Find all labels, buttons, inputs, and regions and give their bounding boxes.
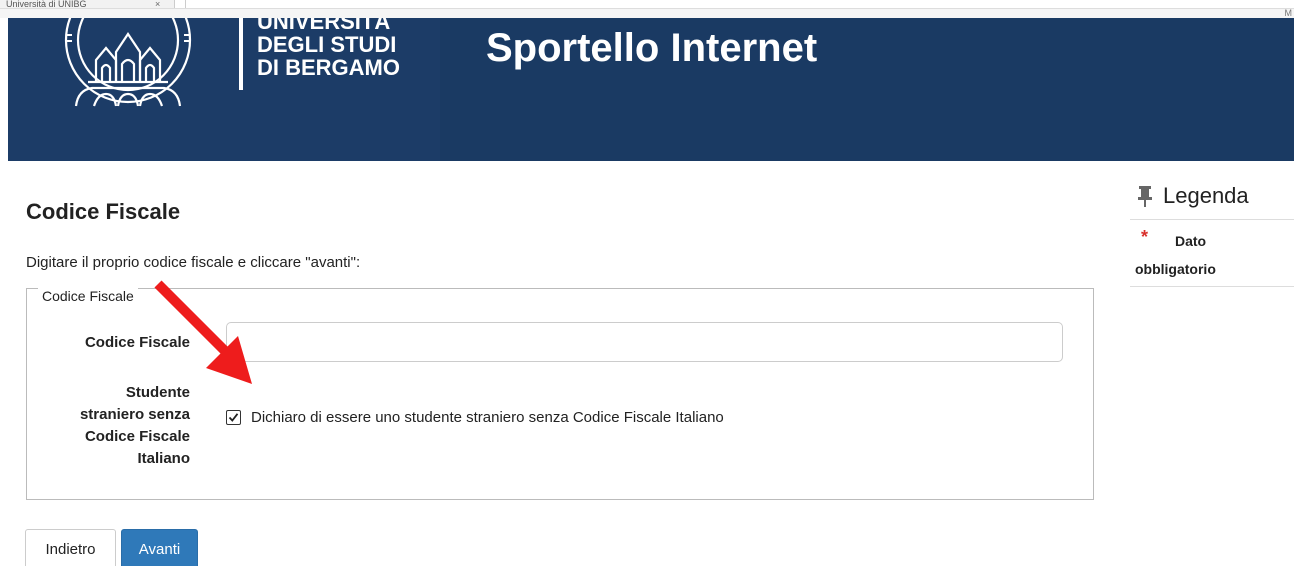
foreign-student-label: Studente straniero senza Codice Fiscale … — [40, 382, 190, 470]
fieldset-legend: Codice Fiscale — [38, 288, 138, 304]
foreign-student-label-line: Studente — [125, 384, 190, 401]
foreign-student-label-line: straniero senza — [79, 406, 190, 423]
foreign-student-label-line: Italiano — [137, 450, 190, 467]
browser-toolbar — [0, 8, 1294, 18]
legenda-divider — [1130, 219, 1294, 220]
instructions-text: Digitare il proprio codice fiscale e cli… — [26, 254, 361, 271]
university-name-line: UNIVERSITÀ — [257, 18, 391, 34]
logo-divider — [239, 18, 243, 90]
legenda-required-text: Dato obbligatorio — [1135, 233, 1216, 277]
legenda-title: Legenda — [1137, 183, 1249, 209]
tab-close-icon[interactable]: × — [155, 0, 160, 9]
site-title: Sportello Internet — [486, 26, 818, 70]
university-name: UNIVERSITÀ DEGLI STUDI DI BERGAMO — [257, 18, 400, 79]
foreign-student-checkbox-row[interactable]: Dichiaro di essere uno studente stranier… — [226, 406, 724, 428]
pushpin-icon — [1138, 186, 1152, 207]
foreign-student-checkbox-label[interactable]: Dichiaro di essere uno studente stranier… — [251, 409, 724, 426]
legenda-title-text: Legenda — [1163, 183, 1249, 208]
codice-fiscale-input[interactable] — [226, 322, 1063, 362]
header-banner: UNIVERSITÀ DEGLI STUDI DI BERGAMO Sporte… — [8, 18, 1294, 161]
codice-fiscale-label: Codice Fiscale — [84, 334, 190, 351]
browser-tab-strip: Università di UNIBG × M — [0, 0, 1294, 18]
university-seal-icon[interactable] — [48, 18, 208, 118]
university-name-line: DI BERGAMO — [257, 55, 400, 80]
back-button[interactable]: Indietro — [25, 529, 116, 566]
checkmark-icon — [228, 412, 239, 422]
legenda-divider — [1130, 286, 1294, 287]
foreign-student-checkbox[interactable] — [226, 409, 241, 425]
corner-text: M — [1284, 8, 1293, 18]
next-button[interactable]: Avanti — [121, 529, 198, 566]
foreign-student-label-line: Codice Fiscale — [84, 428, 190, 445]
page-title: Codice Fiscale — [26, 199, 181, 224]
university-name-line: DEGLI STUDI — [257, 32, 397, 57]
